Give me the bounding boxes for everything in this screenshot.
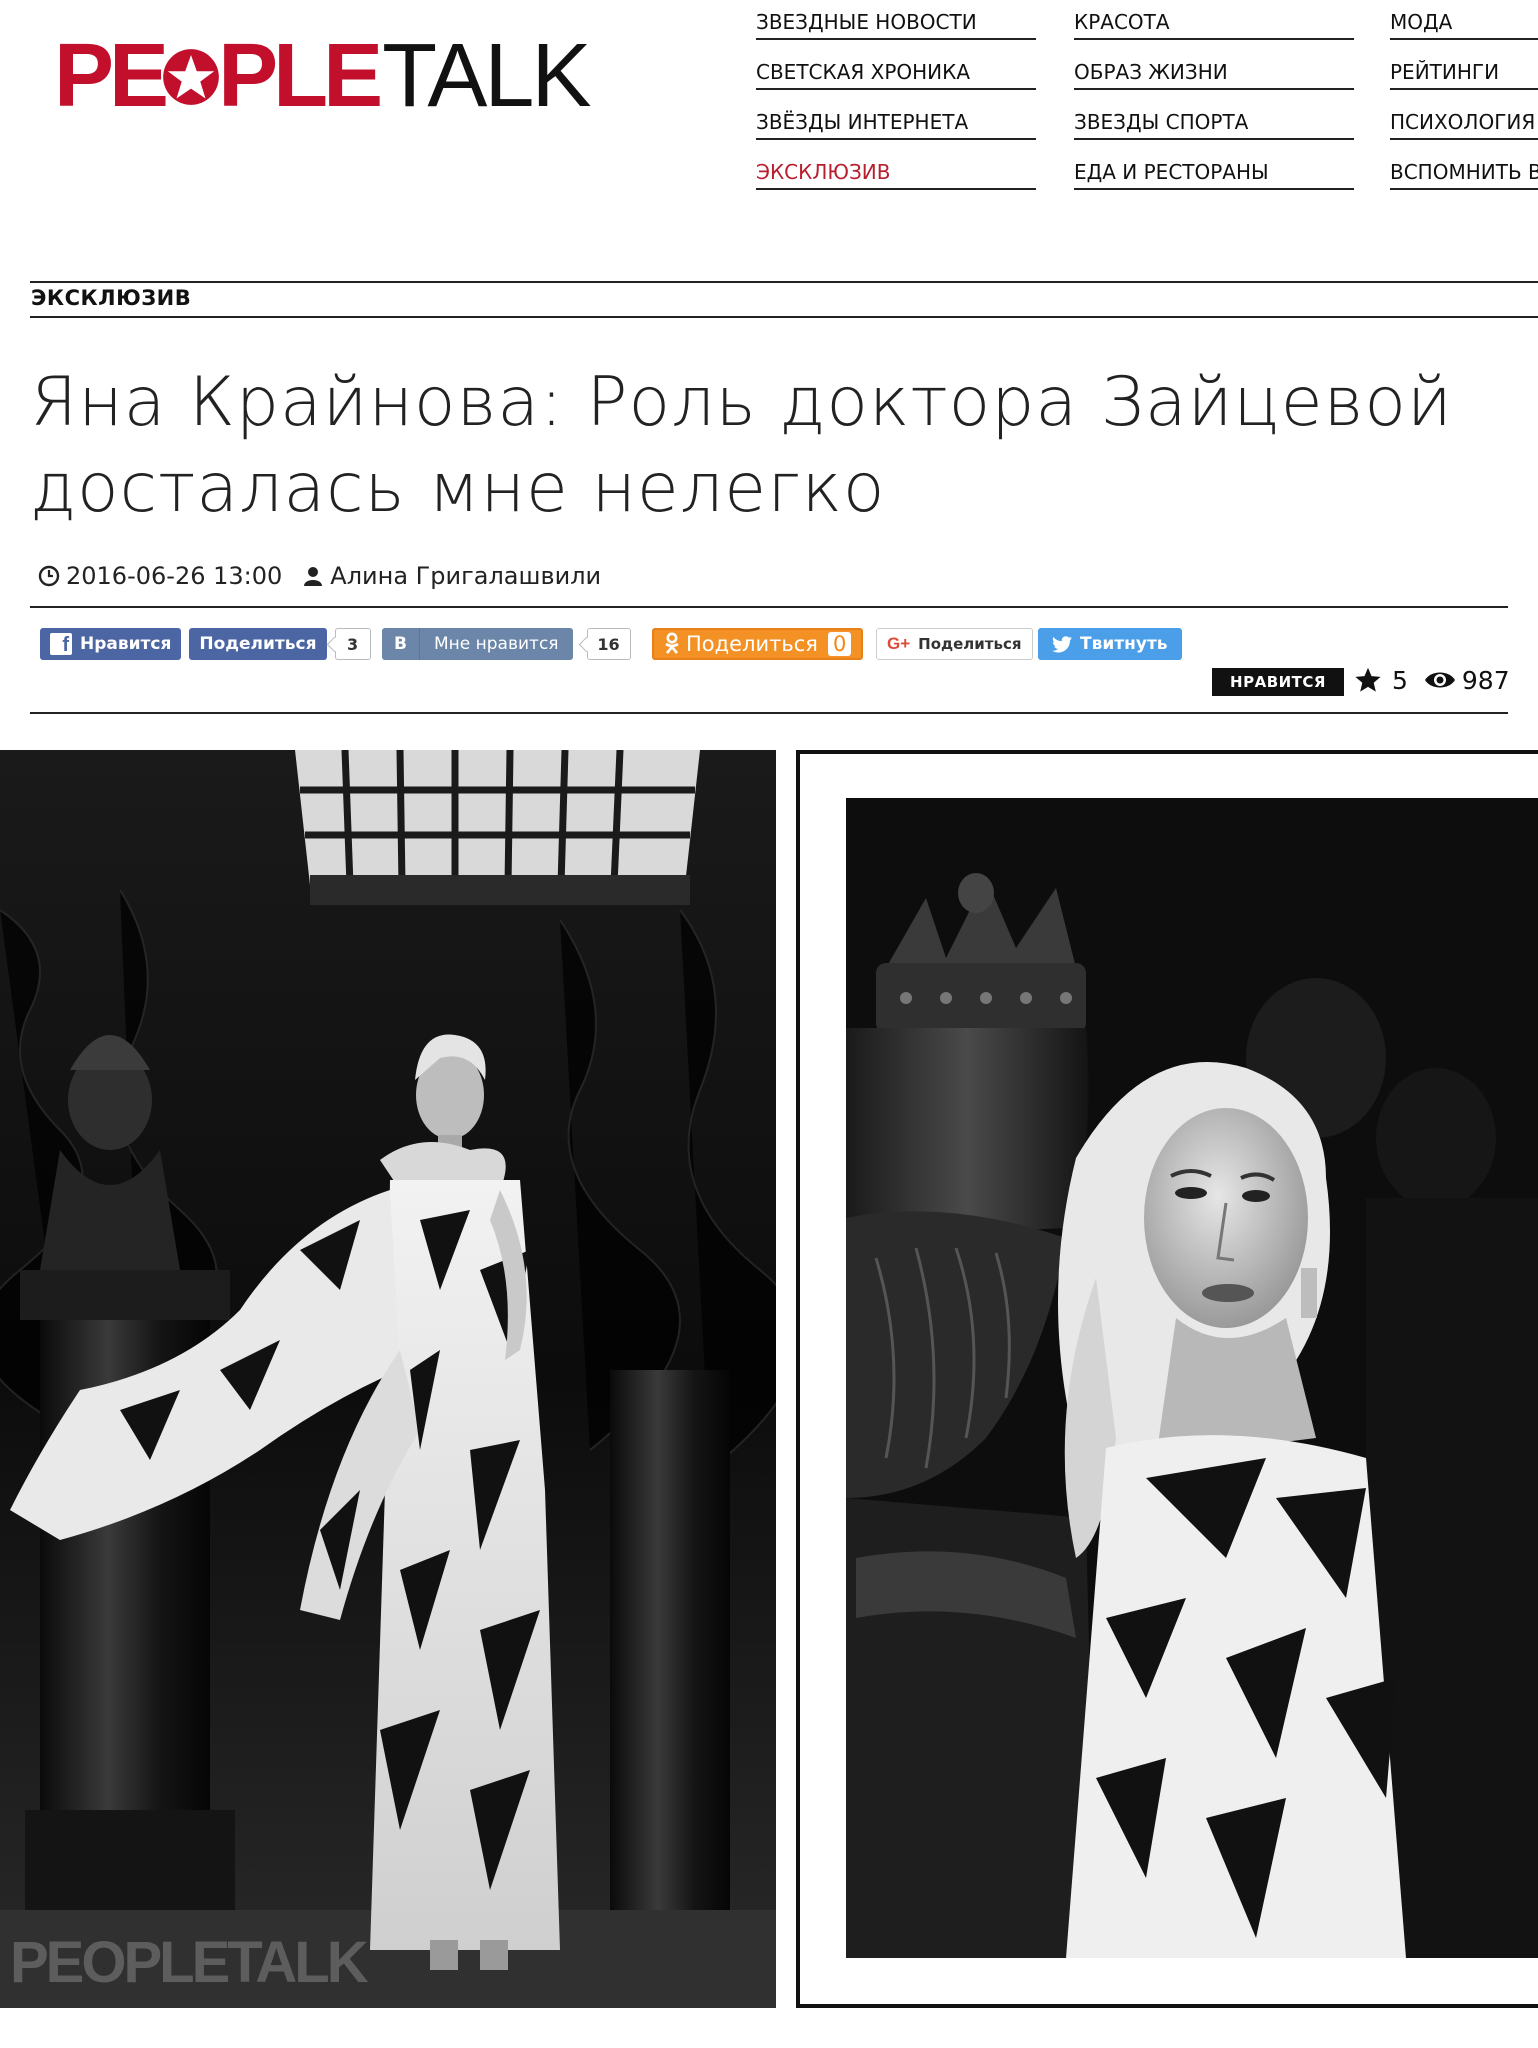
twitter-tweet-button[interactable]: Твитнуть [1038, 628, 1182, 660]
meta-rule [30, 606, 1508, 608]
twitter-tweet-label: Твитнуть [1080, 634, 1168, 654]
ok-share-group: Поделиться 0 [652, 627, 864, 661]
facebook-like-label: Нравится [80, 634, 172, 654]
facebook-share-group: f Нравится Поделиться 3 [40, 627, 371, 661]
vk-share-group: В Мне нравится 16 [382, 627, 631, 661]
nav-item-zvezdnye-novosti[interactable]: ЗВЕЗДНЫЕ НОВОСТИ [756, 0, 1036, 40]
article-photo-left[interactable]: PEOPLETALK [0, 750, 776, 2008]
article-date: 2016-06-26 13:00 [66, 562, 283, 590]
vk-icon: В [382, 628, 420, 660]
photo-left-image: PEOPLETALK [0, 750, 776, 2008]
facebook-like-button[interactable]: f Нравится [40, 628, 182, 660]
eye-icon [1424, 672, 1455, 688]
star-icon [1355, 667, 1381, 692]
photo-watermark-left: PEOPLETALK [10, 1930, 369, 1995]
logo-star-icon [163, 49, 219, 105]
twitter-share-group: Твитнуть [1038, 627, 1182, 661]
article-title-line-2: досталась мне нелегко [30, 449, 886, 528]
section-top-rule [30, 281, 1538, 283]
article-author[interactable]: Алина Григалашвили [330, 562, 601, 590]
gplus-share-group: G+ Поделиться [876, 627, 1033, 661]
user-icon [304, 567, 323, 586]
nav-item-svetskaya-hronika[interactable]: СВЕТСКАЯ ХРОНИКА [756, 50, 1036, 90]
site-logo[interactable]: PE PLE TALK [54, 26, 592, 126]
vk-like-label: Мне нравится [434, 634, 559, 654]
section-tag-exclusive[interactable]: ЭКСКЛЮЗИВ [31, 286, 191, 310]
odnoklassniki-share-count: 0 [827, 632, 852, 656]
views-count: 987 [1461, 665, 1510, 695]
nav-item-psihologiya[interactable]: ПСИХОЛОГИЯ [1390, 100, 1538, 140]
facebook-icon: f [50, 633, 72, 655]
logo-people-text-rest: PLE [218, 26, 383, 126]
vk-like-count: 16 [586, 628, 631, 660]
article-photo-right [846, 798, 1538, 1958]
google-plus-share-label: Поделиться [918, 635, 1022, 653]
logo-talk-text: TALK [382, 26, 591, 126]
article-like-button[interactable]: НРАВИТСЯ [1212, 668, 1344, 696]
odnoklassniki-icon [665, 632, 679, 654]
article-stats: 5 987 [1354, 662, 1526, 698]
facebook-share-button[interactable]: Поделиться [189, 628, 327, 660]
nav-item-zvezdy-sporta[interactable]: ЗВЕЗДЫ СПОРТА [1074, 100, 1354, 140]
article-meta: 2016-06-26 13:00 Алина Григалашвили [38, 558, 601, 594]
clock-icon [38, 565, 60, 587]
nav-item-zvezdy-interneta[interactable]: ЗВЁЗДЫ ИНТЕРНЕТА [756, 100, 1036, 140]
nav-item-vspomnit-vse[interactable]: ВСПОМНИТЬ ВСЁ [1390, 150, 1538, 190]
google-plus-share-button[interactable]: G+ Поделиться [876, 628, 1033, 660]
nav-item-reitingi[interactable]: РЕЙТИНГИ [1390, 50, 1538, 90]
odnoklassniki-share-label: Поделиться [686, 632, 818, 656]
nav-item-exclusive[interactable]: ЭКСКЛЮЗИВ [756, 150, 1036, 190]
stars-count: 5 [1392, 665, 1408, 695]
google-plus-icon: G+ [887, 634, 911, 653]
odnoklassniki-share-button[interactable]: Поделиться 0 [652, 628, 864, 660]
nav-item-moda[interactable]: МОДА [1390, 0, 1538, 40]
article-photo-right-frame[interactable] [796, 750, 1538, 2008]
vk-like-button[interactable]: В Мне нравится [382, 628, 573, 660]
nav-item-obraz-zhizni[interactable]: ОБРАЗ ЖИЗНИ [1074, 50, 1354, 90]
article-title-line-1: Яна Крайнова: Роль доктора Зайцевой [30, 363, 1453, 442]
facebook-share-count: 3 [334, 628, 371, 660]
twitter-bird-icon [1052, 635, 1072, 652]
facebook-share-label: Поделиться [199, 634, 317, 654]
photo-right-image [846, 798, 1538, 1958]
main-nav: ЗВЕЗДНЫЕ НОВОСТИ СВЕТСКАЯ ХРОНИКА ЗВЁЗДЫ… [756, 0, 1538, 200]
section-bottom-rule [30, 316, 1538, 318]
share-bottom-rule [30, 712, 1508, 714]
nav-item-krasota[interactable]: КРАСОТА [1074, 0, 1354, 40]
nav-item-eda-i-restorany[interactable]: ЕДА И РЕСТОРАНЫ [1074, 150, 1354, 190]
article-title: Яна Крайнова: Роль доктора Зайцевой дост… [30, 360, 1510, 532]
logo-people-text: PE [54, 26, 169, 126]
